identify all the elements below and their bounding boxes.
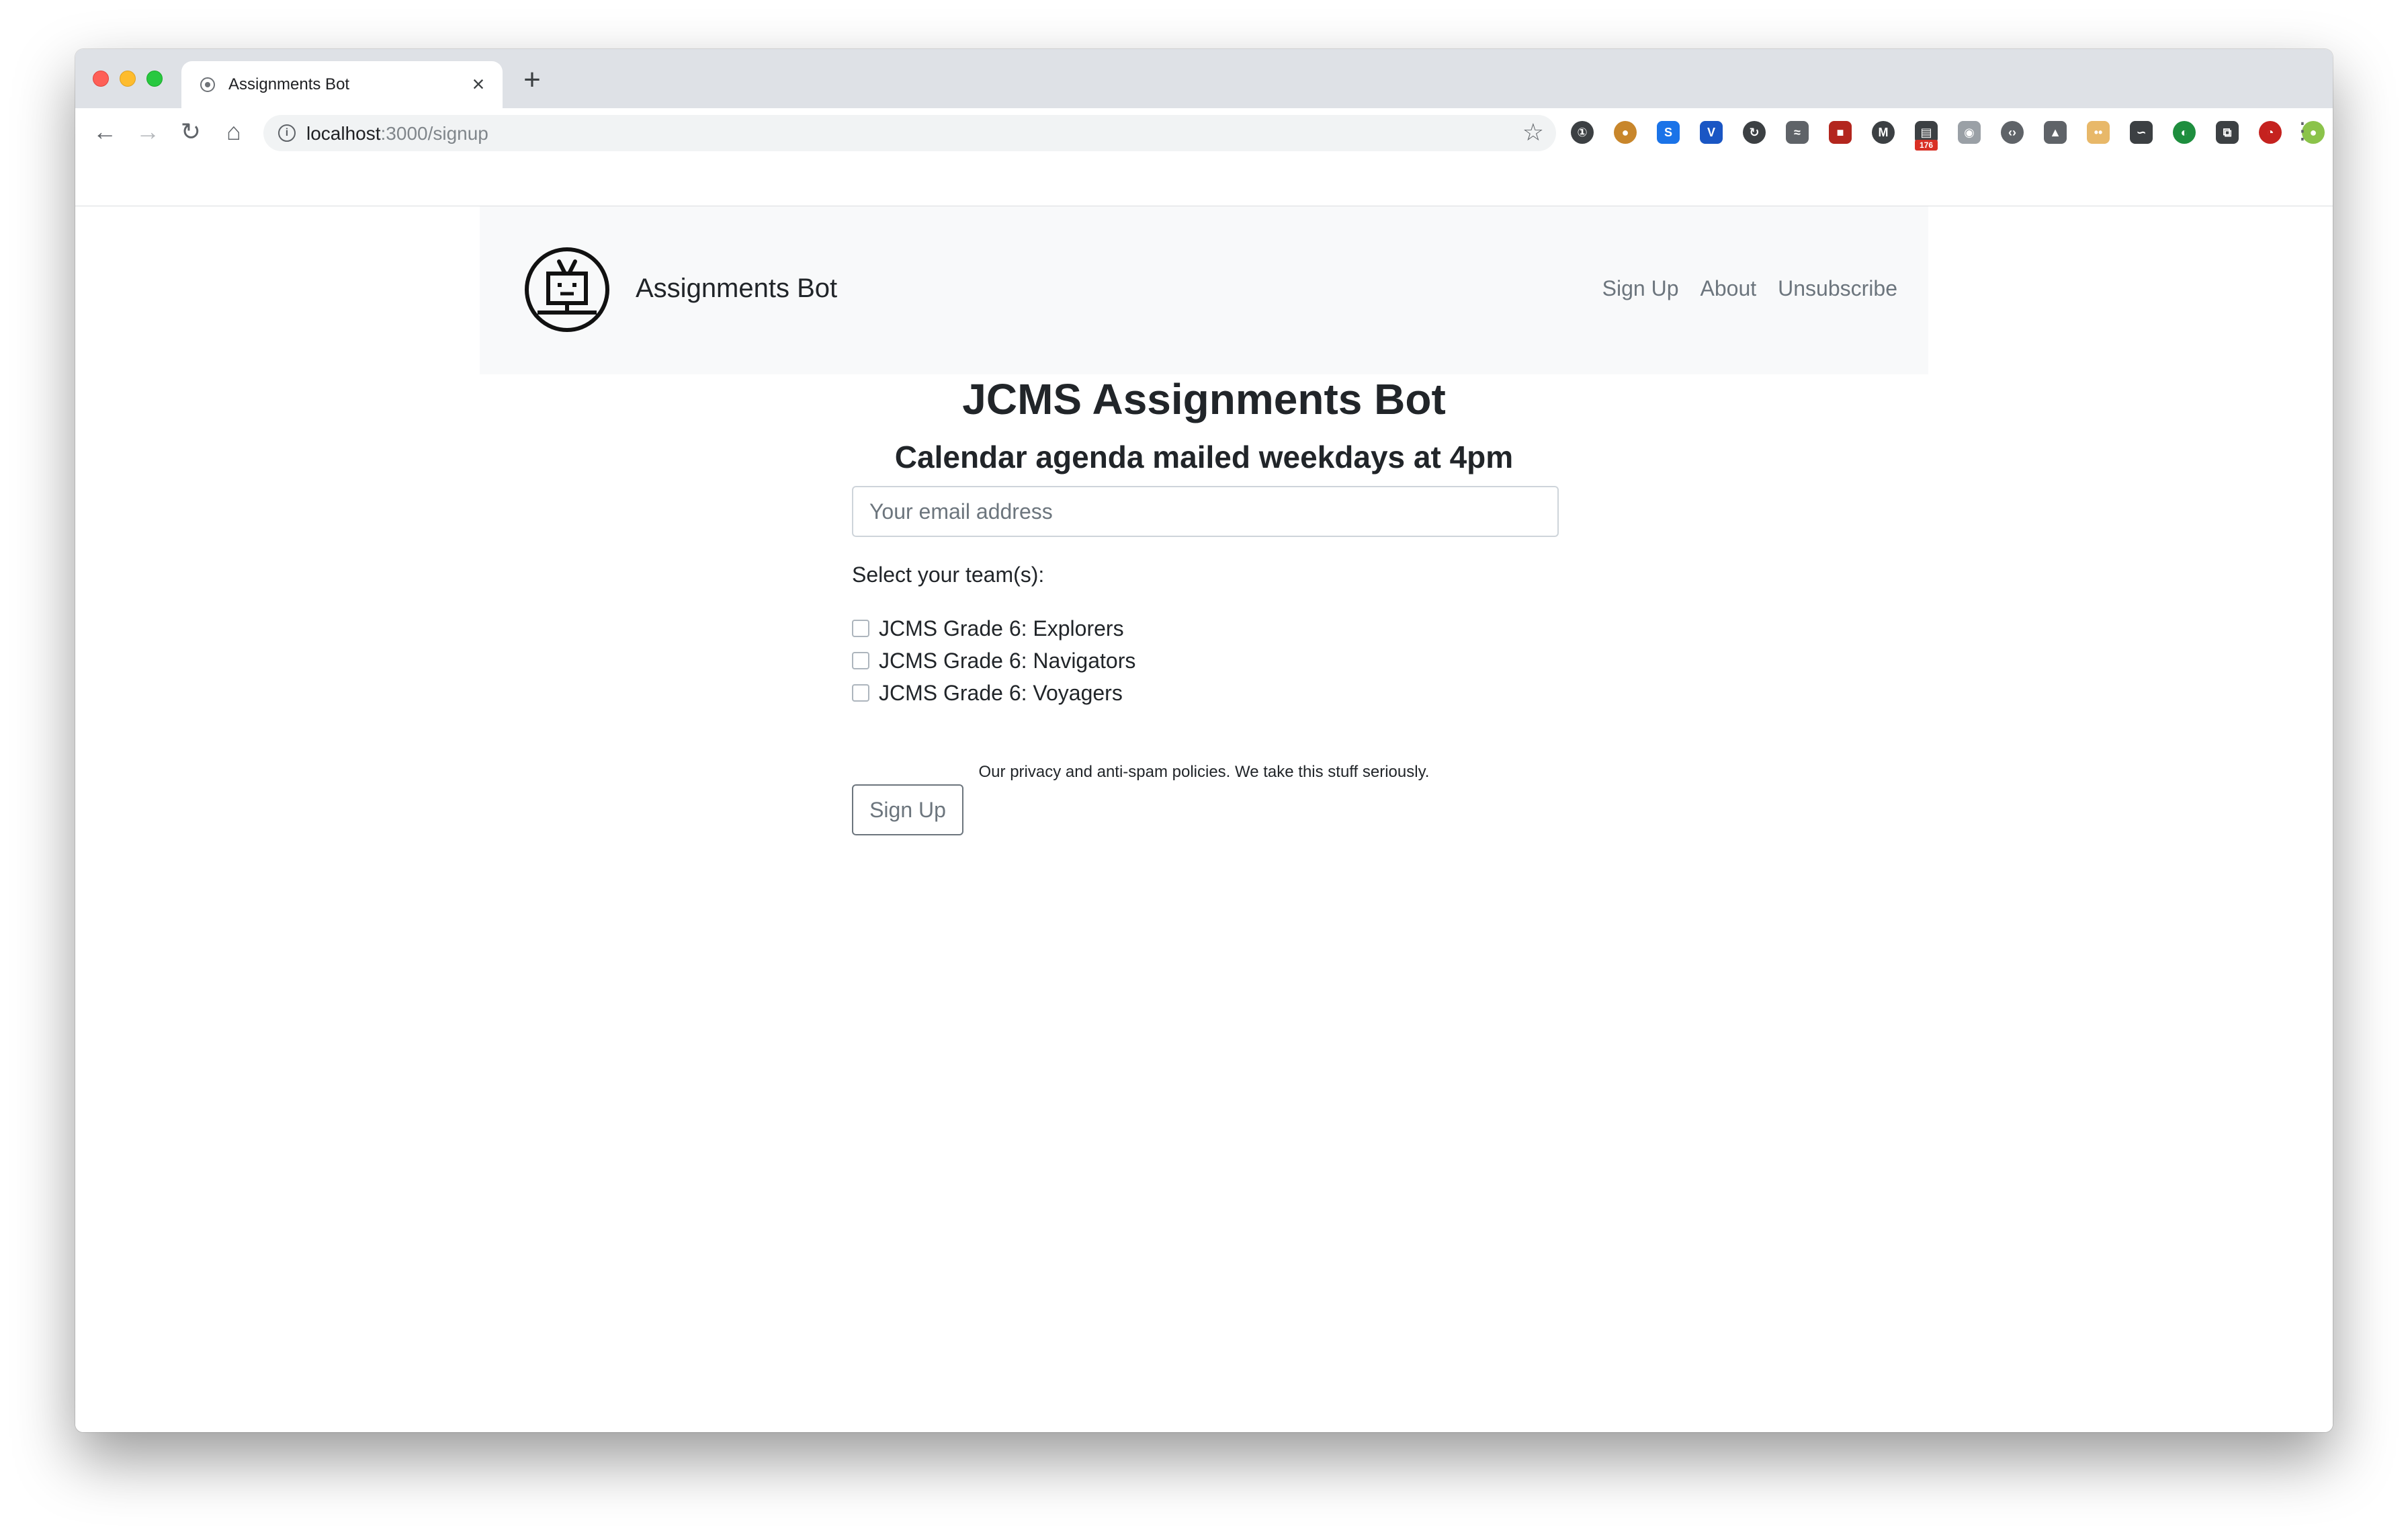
red-extension-icon[interactable]: ■	[1829, 121, 1852, 144]
cookie-icon[interactable]: ●	[1614, 121, 1637, 144]
nav-link-sign-up[interactable]: Sign Up	[1602, 276, 1679, 301]
close-window-button[interactable]	[93, 71, 109, 87]
url-host: localhost	[306, 123, 381, 144]
team-name-voyagers: JCMS Grade 6: Voyagers	[879, 680, 1123, 705]
reload-icon[interactable]: ↻	[175, 108, 207, 155]
sign-up-button[interactable]: Sign Up	[852, 784, 963, 835]
team-name-explorers: JCMS Grade 6: Explorers	[879, 616, 1124, 640]
tab-close-icon[interactable]: ×	[466, 72, 490, 96]
browser-tab[interactable]: Assignments Bot ×	[181, 61, 503, 108]
email-field[interactable]	[852, 486, 1559, 537]
forward-arrow-icon[interactable]: →	[132, 108, 164, 155]
copy-icon[interactable]: ⧉	[2216, 121, 2239, 144]
calendar-badge-icon[interactable]: ▤	[1915, 121, 1938, 151]
face-extension-icon[interactable]: ••	[2087, 121, 2110, 144]
sync-icon[interactable]: ↻	[1743, 121, 1766, 144]
code-icon[interactable]: ‹›	[2001, 121, 2024, 144]
1password-icon[interactable]: ①	[1571, 121, 1594, 144]
tab-title: Assignments Bot	[228, 75, 350, 93]
zoom-window-button[interactable]	[146, 71, 163, 87]
browser-menu-icon[interactable]: ⋮	[2291, 118, 2314, 144]
nav-link-about[interactable]: About	[1701, 276, 1757, 301]
team-option-navigators[interactable]: JCMS Grade 6: Navigators	[852, 645, 1135, 677]
url-path: :3000/signup	[380, 123, 488, 144]
page-viewport: Assignments Bot Sign Up About Unsubscrib…	[75, 206, 2333, 1432]
browser-toolbar: ← → ↻ ⌂ i localhost:3000/signup ☆ ① ● S V ↻ ≈…	[75, 108, 2333, 206]
back-arrow-icon[interactable]: ←	[89, 108, 121, 155]
url-text[interactable]: localhost:3000/signup	[306, 123, 488, 144]
drive-icon[interactable]: ▲	[2044, 121, 2067, 144]
extensions-area: ①●SV↻≈■M▤◉‹›▲••∽◐⧉◔●	[1571, 116, 2333, 151]
home-icon[interactable]: ⌂	[218, 108, 250, 155]
green-extension-icon[interactable]: ◐	[2173, 121, 2196, 144]
site-navbar: Assignments Bot Sign Up About Unsubscrib…	[480, 206, 1928, 374]
minimize-window-button[interactable]	[120, 71, 136, 87]
team-name-navigators: JCMS Grade 6: Navigators	[879, 648, 1136, 673]
camera-icon[interactable]: ◉	[1958, 121, 1981, 144]
team-option-explorers[interactable]: JCMS Grade 6: Explorers	[852, 612, 1124, 645]
team-select-label: Select your team(s):	[852, 563, 1045, 587]
m-extension-icon[interactable]: M	[1872, 121, 1895, 144]
tab-favicon-icon	[200, 77, 215, 92]
s-extension-icon[interactable]: S	[1657, 121, 1680, 144]
bookmark-star-icon[interactable]: ☆	[1522, 119, 1544, 146]
page-subtitle: Calendar agenda mailed weekdays at 4pm	[894, 440, 1514, 474]
team-option-voyagers[interactable]: JCMS Grade 6: Voyagers	[852, 677, 1123, 709]
red-circle-icon[interactable]: ◔	[2259, 121, 2282, 144]
nav-link-unsubscribe[interactable]: Unsubscribe	[1778, 276, 1897, 301]
browser-window: Assignments Bot × + ← → ↻ ⌂ i localhost:…	[75, 49, 2333, 1432]
checkbox-voyagers[interactable]	[852, 684, 869, 702]
nav-links: Sign Up About Unsubscribe	[1581, 276, 1897, 301]
new-tab-button[interactable]: +	[517, 65, 547, 95]
brand-name[interactable]: Assignments Bot	[636, 274, 837, 304]
swirl-icon[interactable]: ∽	[2130, 121, 2153, 144]
checkbox-explorers[interactable]	[852, 620, 869, 637]
page-title: JCMS Assignments Bot	[962, 375, 1446, 423]
title-bar: Assignments Bot × +	[75, 49, 2333, 108]
shoe-icon[interactable]: ≈	[1786, 121, 1809, 144]
robot-tv-logo-icon[interactable]	[524, 247, 610, 333]
checkbox-navigators[interactable]	[852, 652, 869, 669]
site-info-icon[interactable]: i	[278, 124, 296, 142]
privacy-note[interactable]: Our privacy and anti-spam policies. We t…	[75, 763, 2333, 782]
v-extension-icon[interactable]: V	[1700, 121, 1723, 144]
address-bar[interactable]: i localhost:3000/signup ☆	[263, 115, 1556, 151]
